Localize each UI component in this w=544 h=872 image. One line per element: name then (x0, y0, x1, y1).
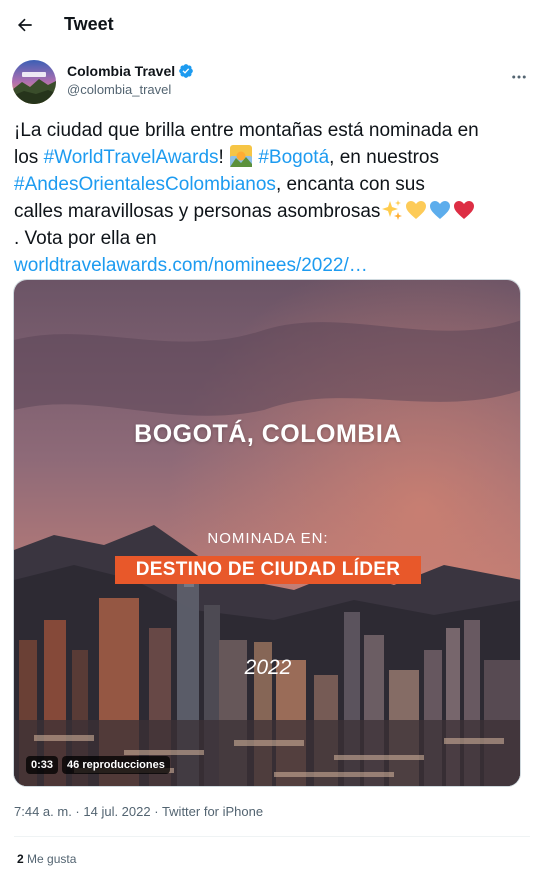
separator: · (150, 804, 162, 819)
video-year: 2022 (244, 656, 292, 679)
tweet-time[interactable]: 7:44 a. m. (14, 804, 72, 819)
hashtag-world-travel-awards[interactable]: #WorldTravelAwards (44, 147, 219, 168)
separator: · (71, 804, 84, 819)
tweet-date[interactable]: 14 jul. 2022 (83, 804, 150, 819)
tweet-line-4: calles maravillosas y personas asombrosa… (14, 198, 534, 225)
hashtag-andes-orientales[interactable]: #AndesOrientalesColombianos (14, 174, 276, 195)
back-button[interactable] (10, 10, 40, 40)
text-segment: los (14, 147, 44, 168)
hashtag-bogota[interactable]: #Bogotá (258, 147, 329, 168)
tweet-line-6: worldtravelawards.com/nominees/2022/… (14, 252, 534, 279)
external-link[interactable]: worldtravelawards.com/nominees/2022/… (14, 255, 368, 276)
author-name-row: Colombia Travel (67, 63, 194, 79)
likes-label: Me gusta (27, 852, 77, 866)
tweet-line-5: . Vota por ella en (14, 228, 157, 249)
page-title: Tweet (64, 14, 114, 34)
text-segment: ! (218, 147, 230, 168)
verified-badge-icon (179, 64, 193, 78)
text-segment: , en nuestros (329, 147, 439, 168)
tweet-line-2: los #WorldTravelAwards! #Bogotá, en nues… (14, 144, 534, 171)
video-banner: DESTINO DE CIUDAD LÍDER (115, 556, 421, 584)
arrow-left-icon (17, 18, 32, 32)
video-subtitle: NOMINADA EN: (207, 530, 329, 547)
video-views: 46 reproducciones (62, 756, 170, 774)
likes-count: 2 (17, 852, 24, 866)
video-duration: 0:33 (26, 756, 59, 774)
tweet-author: Colombia Travel @colombia_travel (12, 58, 532, 106)
tweet-line-1: ¡La ciudad que brilla entre montañas est… (14, 120, 479, 141)
sunrise-mountains-emoji-icon (230, 145, 253, 167)
tweet-line-3: #AndesOrientalesColombianos, encanta con… (14, 171, 534, 198)
likes-stat[interactable]: 2 Me gusta (17, 852, 76, 866)
yellow-heart-emoji-icon (406, 201, 427, 219)
video-meta: 0:33 46 reproducciones (26, 756, 170, 774)
video-player[interactable]: BOGOTÁ, COLOMBIA NOMINADA EN: DESTINO DE… (13, 279, 521, 787)
text-segment: calles maravillosas y personas asombrosa… (14, 201, 381, 222)
sparkles-emoji-icon (382, 200, 403, 220)
tweet-text: ¡La ciudad que brilla entre montañas est… (14, 117, 534, 279)
more-options-button[interactable] (506, 64, 532, 90)
more-dots-icon (512, 75, 526, 79)
text-segment: , encanta con sus (275, 174, 425, 195)
video-title: BOGOTÁ, COLOMBIA (134, 420, 402, 448)
tweet-timestamp: 7:44 a. m. · 14 jul. 2022 · Twitter for … (14, 804, 263, 819)
divider (14, 836, 530, 837)
top-header: Tweet (0, 0, 544, 50)
tweet-source[interactable]: Twitter for iPhone (162, 804, 263, 819)
blue-heart-emoji-icon (430, 201, 451, 219)
avatar[interactable] (12, 60, 56, 104)
author-handle[interactable]: @colombia_travel (67, 82, 171, 97)
avatar-image (12, 60, 56, 104)
author-name[interactable]: Colombia Travel (67, 63, 175, 79)
red-heart-emoji-icon (454, 201, 475, 219)
